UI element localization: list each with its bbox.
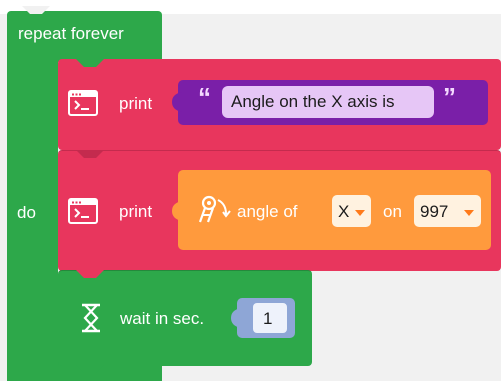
text-input-value: Angle on the X axis is <box>231 92 395 111</box>
angle-block-connector <box>172 201 182 221</box>
port-dropdown-value: 997 <box>420 202 449 221</box>
do-label: do <box>17 203 36 222</box>
terminal-icon <box>68 90 98 116</box>
axis-dropdown-value: X <box>338 202 350 221</box>
print-label: print <box>119 94 153 113</box>
print-2-notch <box>76 150 104 158</box>
open-quote-icon: “ <box>198 82 211 112</box>
angle-of-label: angle of <box>237 202 298 221</box>
repeat-forever-label: repeat forever <box>18 24 124 43</box>
repeat-top-notch <box>22 6 50 14</box>
hourglass-icon <box>82 303 100 333</box>
print-1-notch <box>76 59 104 67</box>
print-label: print <box>119 202 153 221</box>
on-label: on <box>383 202 402 221</box>
chevron-down-icon <box>355 210 365 216</box>
seconds-connector <box>231 308 241 328</box>
chevron-down-icon <box>464 210 474 216</box>
close-quote-icon: ” <box>443 82 456 112</box>
wait-bottom-notch <box>76 365 104 373</box>
terminal-icon <box>68 198 98 224</box>
gyro-sensor-icon <box>198 195 231 223</box>
wait-label: wait in sec. <box>120 309 205 328</box>
wait-notch <box>76 270 104 278</box>
text-block-connector <box>172 92 182 112</box>
seconds-value: 1 <box>263 309 273 328</box>
